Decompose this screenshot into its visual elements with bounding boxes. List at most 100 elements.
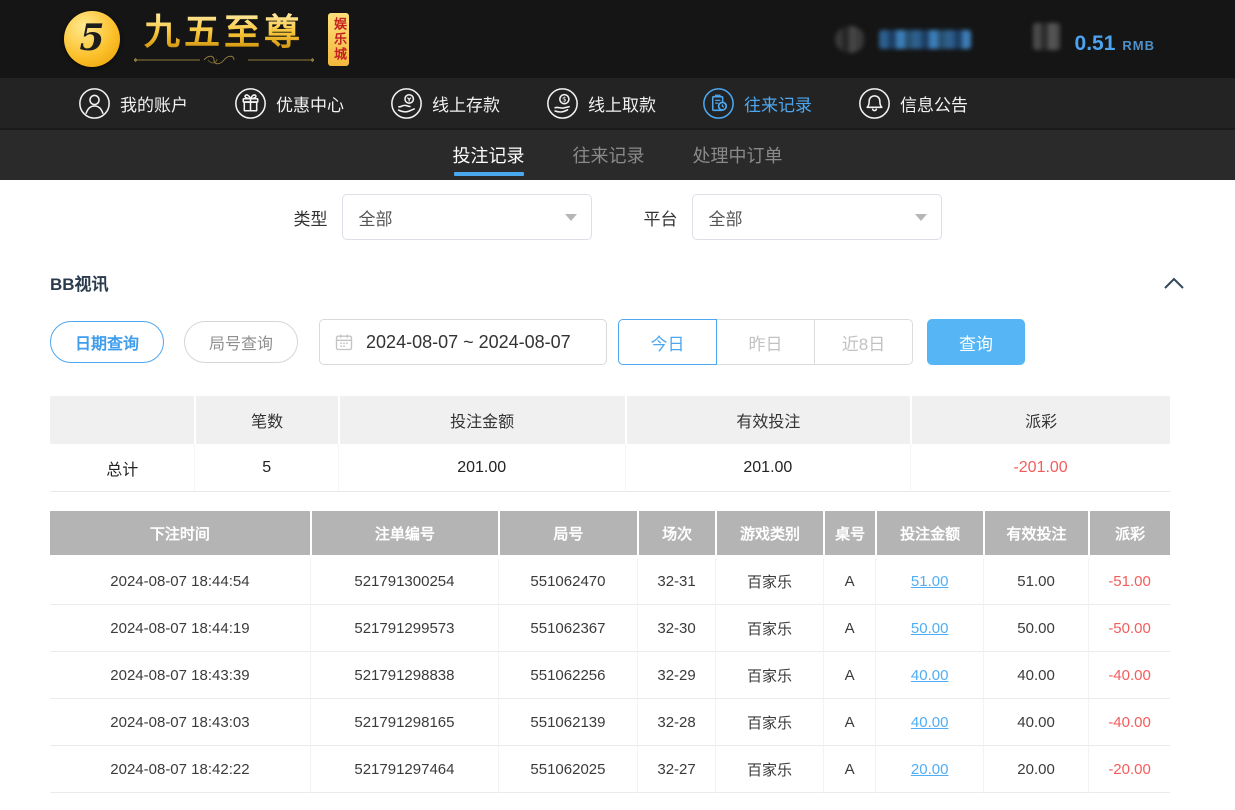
date-range-input[interactable]: 2024-08-07 ~ 2024-08-07	[319, 319, 607, 365]
summary-payout: -201.00	[910, 444, 1170, 492]
nav-item-my-account[interactable]: 我的账户	[78, 87, 188, 120]
table-row: 2024-08-07 18:44:54 521791300254 5510624…	[50, 558, 1170, 605]
cell-table-no: A	[823, 652, 876, 699]
summary-header-row: 笔数 投注金额 有效投注 派彩	[50, 396, 1170, 444]
date-query-button[interactable]: 日期查询	[50, 321, 164, 363]
wallet-icon-blurred[interactable]	[1033, 23, 1060, 50]
cell-payout: -40.00	[1088, 699, 1170, 746]
cell-table-no: A	[823, 699, 876, 746]
cell-valid-bet: 40.00	[983, 652, 1088, 699]
nav-label: 线上存款	[432, 91, 500, 116]
summary-total-row: 总计 5 201.00 201.00 -201.00	[50, 444, 1170, 492]
last8days-button[interactable]: 近8日	[814, 319, 913, 365]
cell-bet-time: 2024-08-07 18:43:03	[50, 699, 310, 746]
tab-pending-orders[interactable]: 处理中订单	[691, 130, 785, 180]
bet-amount-link[interactable]: 40.00	[911, 714, 949, 731]
date-range-value: 2024-08-07 ~ 2024-08-07	[366, 332, 571, 353]
chevron-up-icon[interactable]	[1163, 276, 1185, 290]
search-button[interactable]: 查询	[927, 319, 1025, 365]
bet-records-table: 下注时间 注单编号 局号 场次 游戏类别 桌号 投注金额 有效投注 派彩 202…	[50, 511, 1170, 793]
summary-header-empty	[50, 396, 194, 444]
yesterday-label: 昨日	[749, 330, 783, 355]
header-session: 场次	[637, 511, 715, 558]
cell-bet-amount: 51.00	[875, 558, 983, 605]
table-row: 2024-08-07 18:42:22 521791297464 5510620…	[50, 746, 1170, 793]
nav-label: 优惠中心	[276, 91, 344, 116]
nav-label: 信息公告	[900, 91, 968, 116]
calendar-icon	[334, 332, 354, 352]
summary-count: 5	[194, 444, 337, 492]
brand-logo[interactable]: 5 九五至尊 娱乐城	[64, 11, 349, 67]
query-bar: 日期查询 局号查询 2024-08-07 ~ 2024-08-07 今日 昨日 …	[50, 319, 1185, 365]
platform-filter-label: 平台	[644, 205, 678, 230]
tab-bet-records[interactable]: 投注记录	[451, 130, 527, 180]
cell-payout: -20.00	[1088, 746, 1170, 793]
cell-bet-time: 2024-08-07 18:44:54	[50, 558, 310, 605]
tab-bar: 投注记录 往来记录 处理中订单	[0, 130, 1235, 180]
bet-amount-link[interactable]: 20.00	[911, 761, 949, 778]
svg-text:$: $	[562, 94, 567, 103]
username-blurred[interactable]	[879, 30, 971, 49]
header-table-no: 桌号	[823, 511, 876, 558]
cell-bet-amount: 50.00	[875, 605, 983, 652]
cell-game-type: 百家乐	[715, 605, 823, 652]
table-header-row: 下注时间 注单编号 局号 场次 游戏类别 桌号 投注金额 有效投注 派彩	[50, 511, 1170, 558]
cell-round-id: 551062256	[498, 652, 637, 699]
type-select[interactable]: 全部	[342, 194, 592, 240]
round-query-label: 局号查询	[209, 330, 273, 354]
summary-header-valid-bet: 有效投注	[625, 396, 911, 444]
nav-item-announcements[interactable]: 信息公告	[858, 87, 968, 120]
cell-valid-bet: 51.00	[983, 558, 1088, 605]
table-row: 2024-08-07 18:43:39 521791298838 5510622…	[50, 652, 1170, 699]
cell-bet-time: 2024-08-07 18:42:22	[50, 746, 310, 793]
cell-round-id: 551062025	[498, 746, 637, 793]
bet-amount-link[interactable]: 40.00	[911, 667, 949, 684]
cell-bet-amount: 20.00	[875, 746, 983, 793]
user-avatar-blurred[interactable]	[835, 26, 865, 53]
nav-item-deposit[interactable]: 线上存款	[390, 87, 500, 120]
summary-total-label: 总计	[50, 444, 194, 492]
cell-table-no: A	[823, 746, 876, 793]
nav-item-promotions[interactable]: 优惠中心	[234, 87, 344, 120]
cell-round-id: 551062367	[498, 605, 637, 652]
round-query-button[interactable]: 局号查询	[184, 321, 298, 363]
cell-table-no: A	[823, 558, 876, 605]
gift-icon	[234, 87, 267, 120]
bet-amount-link[interactable]: 51.00	[911, 573, 949, 590]
cell-bet-amount: 40.00	[875, 699, 983, 746]
bet-amount-link[interactable]: 50.00	[911, 620, 949, 637]
top-header: 5 九五至尊 娱乐城 0.51 RMB	[0, 0, 1235, 78]
cell-session: 32-31	[637, 558, 715, 605]
nav-item-transaction-records[interactable]: 往来记录	[702, 87, 812, 120]
user-zone: 0.51 RMB	[835, 23, 1155, 56]
yesterday-button[interactable]: 昨日	[716, 319, 815, 365]
user-icon	[78, 87, 111, 120]
cell-game-type: 百家乐	[715, 558, 823, 605]
withdraw-icon: $	[546, 87, 579, 120]
header-bet-amount: 投注金额	[875, 511, 983, 558]
platform-select[interactable]: 全部	[692, 194, 942, 240]
deposit-icon	[390, 87, 423, 120]
cell-payout: -40.00	[1088, 652, 1170, 699]
section-title: BB视讯	[50, 270, 109, 295]
cell-payout: -51.00	[1088, 558, 1170, 605]
bell-icon	[858, 87, 891, 120]
platform-select-value: 全部	[709, 205, 743, 230]
tab-transaction-records[interactable]: 往来记录	[571, 130, 647, 180]
flourish-ornament-icon	[134, 53, 314, 66]
summary-table: 笔数 投注金额 有效投注 派彩 总计 5 201.00 201.00 -201.…	[50, 396, 1170, 492]
cell-session: 32-29	[637, 652, 715, 699]
header-game-type: 游戏类别	[715, 511, 823, 558]
cell-round-id: 551062139	[498, 699, 637, 746]
cell-payout: -50.00	[1088, 605, 1170, 652]
caret-down-icon	[565, 214, 577, 221]
cell-session: 32-27	[637, 746, 715, 793]
cell-game-type: 百家乐	[715, 699, 823, 746]
nav-item-withdraw[interactable]: $ 线上取款	[546, 87, 656, 120]
today-button[interactable]: 今日	[618, 319, 717, 365]
balance-amount: 0.51	[1075, 32, 1116, 56]
header-payout: 派彩	[1088, 511, 1170, 558]
date-query-label: 日期查询	[75, 330, 139, 354]
cell-round-id: 551062470	[498, 558, 637, 605]
cell-session: 32-28	[637, 699, 715, 746]
